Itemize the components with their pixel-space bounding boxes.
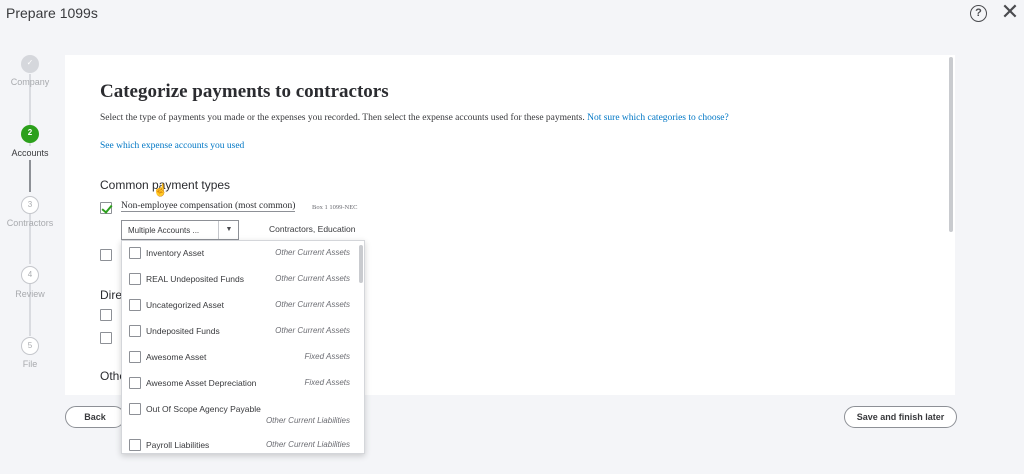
- stepper-connector: [29, 160, 31, 192]
- help-icon[interactable]: ?: [970, 5, 987, 22]
- item-type: Fixed Assets: [304, 352, 351, 361]
- see-expense-accounts-link[interactable]: See which expense accounts you used: [100, 141, 244, 151]
- save-and-finish-later-button[interactable]: Save and finish later: [844, 406, 957, 428]
- accounts-dropdown[interactable]: Inventory Asset Other Current Assets REA…: [121, 240, 365, 454]
- nec-accounts-select[interactable]: Multiple Accounts ... ▼: [121, 220, 239, 240]
- list-item[interactable]: Undeposited Funds Other Current Assets: [122, 319, 358, 345]
- step-review-label: Review: [15, 289, 45, 299]
- list-item[interactable]: Awesome Asset Fixed Assets: [122, 345, 358, 371]
- dropdown-scrollbar-thumb[interactable]: [359, 245, 363, 283]
- item-name: Awesome Asset Depreciation: [146, 378, 257, 388]
- payment-type-checkbox[interactable]: [100, 249, 112, 261]
- progress-stepper: ✓ Company 2 Accounts 3 Contractors 4 Rev…: [0, 30, 62, 390]
- step-contractors-label: Contractors: [6, 218, 54, 228]
- item-type: Other Current Assets: [275, 300, 350, 309]
- item-checkbox[interactable]: [129, 325, 141, 337]
- item-type: Other Current Assets: [275, 326, 350, 335]
- item-name: Awesome Asset: [146, 352, 207, 362]
- item-name: Out Of Scope Agency Payable: [146, 404, 261, 414]
- payment-type-checkbox[interactable]: [100, 309, 112, 321]
- item-type: Other Current Liabilities: [265, 416, 350, 425]
- item-checkbox[interactable]: [129, 439, 141, 451]
- item-checkbox[interactable]: [129, 403, 141, 415]
- categories-help-link[interactable]: Not sure which categories to choose?: [587, 113, 729, 123]
- item-checkbox[interactable]: [129, 273, 141, 285]
- list-item[interactable]: Awesome Asset Depreciation Fixed Assets: [122, 371, 358, 397]
- top-bar: Prepare 1099s ? ✕: [0, 0, 1024, 30]
- list-item[interactable]: Out Of Scope Agency Payable Other Curren…: [122, 397, 358, 431]
- item-name: Payroll Liabilities: [146, 440, 210, 450]
- list-item[interactable]: Inventory Asset Other Current Assets: [122, 241, 358, 267]
- direct-sales-title: Dire: [100, 288, 123, 302]
- nec-checkbox[interactable]: [100, 202, 112, 214]
- item-type: Fixed Assets: [304, 378, 351, 387]
- panel-scrollbar-thumb[interactable]: [949, 57, 953, 232]
- page-title: Categorize payments to contractors: [100, 81, 389, 102]
- step-review-number: 4: [21, 266, 39, 284]
- nec-label: Non-employee compensation (most common): [121, 201, 296, 212]
- step-file-number: 5: [21, 337, 39, 355]
- item-name: Inventory Asset: [146, 248, 205, 258]
- list-item[interactable]: REAL Undeposited Funds Other Current Ass…: [122, 267, 358, 293]
- payment-type-checkbox[interactable]: [100, 332, 112, 344]
- select-value: Multiple Accounts ...: [128, 226, 200, 235]
- item-name: Uncategorized Asset: [146, 300, 224, 310]
- caret-down-icon[interactable]: ▼: [218, 221, 239, 239]
- page-description: Select the type of payments you made or …: [100, 113, 729, 123]
- item-checkbox[interactable]: [129, 247, 141, 259]
- step-accounts-label: Accounts: [11, 148, 49, 158]
- step-accounts-number: 2: [21, 125, 39, 143]
- item-name: Undeposited Funds: [146, 326, 220, 336]
- list-item[interactable]: Payroll Liabilities Other Current Liabil…: [122, 433, 358, 453]
- app-title: Prepare 1099s: [6, 5, 98, 21]
- item-type: Other Current Assets: [275, 274, 350, 283]
- step-company-check-icon: ✓: [21, 55, 39, 73]
- step-company-label: Company: [10, 77, 50, 87]
- description-text: Select the type of payments you made or …: [100, 113, 585, 123]
- close-icon[interactable]: ✕: [1000, 1, 1020, 23]
- selected-accounts-summary: Contractors, Education: [269, 224, 356, 234]
- hand-cursor-icon: ☝: [153, 183, 168, 197]
- item-checkbox[interactable]: [129, 377, 141, 389]
- item-type: Other Current Liabilities: [265, 440, 350, 449]
- nec-box-label: Box 1 1099-NEC: [312, 204, 358, 211]
- step-file-label: File: [22, 359, 38, 369]
- back-button[interactable]: Back: [65, 406, 125, 428]
- list-item[interactable]: Uncategorized Asset Other Current Assets: [122, 293, 358, 319]
- item-checkbox[interactable]: [129, 351, 141, 363]
- item-name: REAL Undeposited Funds: [146, 274, 244, 284]
- step-contractors-number: 3: [21, 196, 39, 214]
- item-checkbox[interactable]: [129, 299, 141, 311]
- item-type: Other Current Assets: [275, 248, 350, 257]
